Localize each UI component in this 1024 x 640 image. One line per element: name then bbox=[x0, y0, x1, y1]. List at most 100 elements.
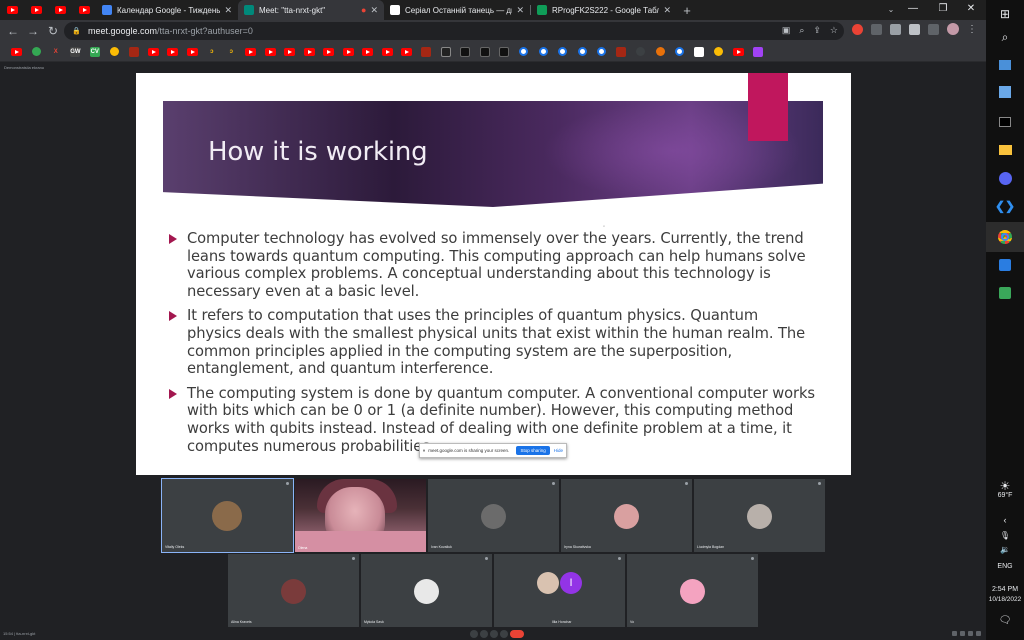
volume-icon[interactable]: 🔉 bbox=[986, 545, 1024, 554]
close-icon[interactable]: ✕ bbox=[224, 5, 232, 16]
bookmark-item[interactable] bbox=[339, 42, 359, 62]
bookmark-item[interactable] bbox=[573, 42, 593, 62]
activities-icon[interactable] bbox=[976, 631, 981, 636]
bookmark-item[interactable] bbox=[748, 42, 768, 62]
end-call-button[interactable] bbox=[510, 630, 524, 638]
terminal-app-icon[interactable] bbox=[995, 112, 1015, 132]
bookmark-item[interactable] bbox=[7, 42, 27, 62]
participant-tile[interactable]: Ivan Kovaliuk bbox=[428, 479, 559, 552]
search-icon[interactable]: ⌕ bbox=[995, 27, 1015, 47]
captions-button[interactable] bbox=[490, 630, 498, 638]
participant-tile[interactable]: Vitaliy Oleks bbox=[161, 478, 294, 553]
bookmark-item[interactable] bbox=[144, 42, 164, 62]
bookmark-item[interactable] bbox=[670, 42, 690, 62]
clock-time[interactable]: 2:54 PM bbox=[986, 586, 1024, 593]
app-pin-icon[interactable] bbox=[995, 283, 1015, 303]
mic-button[interactable] bbox=[470, 630, 478, 638]
bookmark-item[interactable] bbox=[553, 42, 573, 62]
bookmark-item[interactable] bbox=[397, 42, 417, 62]
bookmark-item[interactable] bbox=[631, 42, 651, 62]
share-icon[interactable]: ⇪ bbox=[813, 25, 821, 36]
vscode-app-icon[interactable]: ❮❯ bbox=[995, 196, 1015, 216]
tab-search-chevron-icon[interactable]: ⌄ bbox=[884, 0, 898, 20]
bookmark-item[interactable] bbox=[280, 42, 300, 62]
bookmark-star-icon[interactable]: ☆ bbox=[830, 25, 838, 36]
bookmark-item[interactable] bbox=[456, 42, 476, 62]
chat-icon[interactable] bbox=[968, 631, 973, 636]
language-indicator[interactable]: ENG bbox=[986, 563, 1024, 570]
hide-button[interactable]: Hide bbox=[554, 448, 563, 453]
close-icon[interactable]: ✕ bbox=[516, 5, 524, 16]
profile-avatar[interactable] bbox=[947, 23, 959, 35]
extension-shield-icon[interactable] bbox=[871, 23, 882, 35]
zoom-icon[interactable]: ⌕ bbox=[799, 25, 804, 36]
camera-button[interactable] bbox=[480, 630, 488, 638]
reload-icon[interactable]: ↻ bbox=[43, 24, 63, 38]
youtube-tab-3[interactable] bbox=[48, 0, 72, 20]
discord-app-icon[interactable] bbox=[995, 168, 1015, 188]
bookmark-item[interactable] bbox=[534, 42, 554, 62]
bookmark-item[interactable] bbox=[358, 42, 378, 62]
bookmark-item[interactable] bbox=[495, 42, 515, 62]
bookmark-item[interactable]: GW bbox=[66, 42, 86, 62]
tray-chevron-icon[interactable]: ‹ bbox=[986, 515, 1024, 525]
participant-tile[interactable]: I Illia Honchar bbox=[494, 554, 625, 627]
participant-tile[interactable]: Iryna Skurativska bbox=[561, 479, 692, 552]
bookmark-item[interactable] bbox=[319, 42, 339, 62]
tab-google-sheets[interactable]: RProgFK2S222 - Google Таблиці ✕ bbox=[531, 0, 677, 20]
app-pin-icon[interactable] bbox=[995, 255, 1015, 275]
bookmark-item[interactable]: CV bbox=[85, 42, 105, 62]
microphone-icon[interactable]: 🎙 bbox=[986, 531, 1024, 540]
bookmark-item[interactable] bbox=[124, 42, 144, 62]
puzzle-icon[interactable] bbox=[890, 23, 901, 35]
calculator-app-icon[interactable] bbox=[995, 82, 1015, 102]
maximize-button[interactable]: ❐ bbox=[928, 0, 958, 20]
people-icon[interactable] bbox=[960, 631, 965, 636]
bookmark-item[interactable] bbox=[729, 42, 749, 62]
youtube-tab-2[interactable] bbox=[24, 0, 48, 20]
close-window-button[interactable]: ✕ bbox=[956, 0, 986, 20]
bookmark-item[interactable] bbox=[261, 42, 281, 62]
chrome-app-icon[interactable] bbox=[995, 227, 1015, 247]
bookmark-item[interactable] bbox=[651, 42, 671, 62]
participant-tile[interactable]: Vo bbox=[627, 554, 758, 627]
bookmark-item[interactable] bbox=[27, 42, 47, 62]
file-explorer-icon[interactable] bbox=[995, 140, 1015, 160]
info-icon[interactable] bbox=[952, 631, 957, 636]
bookmark-item[interactable]: X bbox=[46, 42, 66, 62]
stop-sharing-button[interactable]: Stop sharing bbox=[516, 446, 550, 455]
extension-red-icon[interactable] bbox=[852, 23, 863, 35]
tab-google-calendar[interactable]: Календар Google - Тиждень (16 ✕ bbox=[96, 0, 238, 20]
close-icon[interactable]: ✕ bbox=[663, 5, 671, 16]
youtube-tab-1[interactable] bbox=[0, 0, 24, 20]
bookmark-item[interactable] bbox=[300, 42, 320, 62]
participant-tile[interactable]: Mykola Savk bbox=[361, 554, 492, 627]
participant-video[interactable]: Olena bbox=[295, 479, 426, 552]
menu-kebab-icon[interactable]: ⋮ bbox=[967, 24, 977, 35]
download-icon[interactable] bbox=[909, 23, 920, 35]
participant-tile[interactable]: Liudmyla Bogdan bbox=[694, 479, 825, 552]
bookmark-item[interactable] bbox=[417, 42, 437, 62]
bookmark-item[interactable] bbox=[709, 42, 729, 62]
bookmark-item[interactable] bbox=[183, 42, 203, 62]
bookmark-item[interactable] bbox=[105, 42, 125, 62]
camera-blocked-icon[interactable]: ▣ bbox=[782, 25, 791, 36]
windows-start-icon[interactable]: ⊞ bbox=[995, 4, 1015, 24]
present-button[interactable] bbox=[500, 630, 508, 638]
forward-icon[interactable]: → bbox=[23, 24, 43, 38]
minimize-button[interactable]: — bbox=[898, 0, 928, 20]
bookmark-item[interactable] bbox=[514, 42, 534, 62]
bookmark-item[interactable] bbox=[378, 42, 398, 62]
participant-tile[interactable]: Alina Kravets bbox=[228, 554, 359, 627]
bookmark-item[interactable]: ɔ bbox=[222, 42, 242, 62]
back-icon[interactable]: ← bbox=[3, 24, 23, 38]
bookmark-item[interactable] bbox=[612, 42, 632, 62]
bookmark-item[interactable]: ɔ bbox=[202, 42, 222, 62]
bookmark-item[interactable] bbox=[241, 42, 261, 62]
clock-date[interactable]: 10/18/2022 bbox=[986, 596, 1024, 603]
bookmark-item[interactable] bbox=[163, 42, 183, 62]
weather-temp[interactable]: 69°F bbox=[986, 492, 1024, 499]
tab-google-meet[interactable]: Meet: "tta-nrxt-gkt" ● ✕ bbox=[238, 0, 384, 20]
mail-app-icon[interactable] bbox=[995, 55, 1015, 75]
new-tab-button[interactable]: + bbox=[677, 3, 697, 18]
